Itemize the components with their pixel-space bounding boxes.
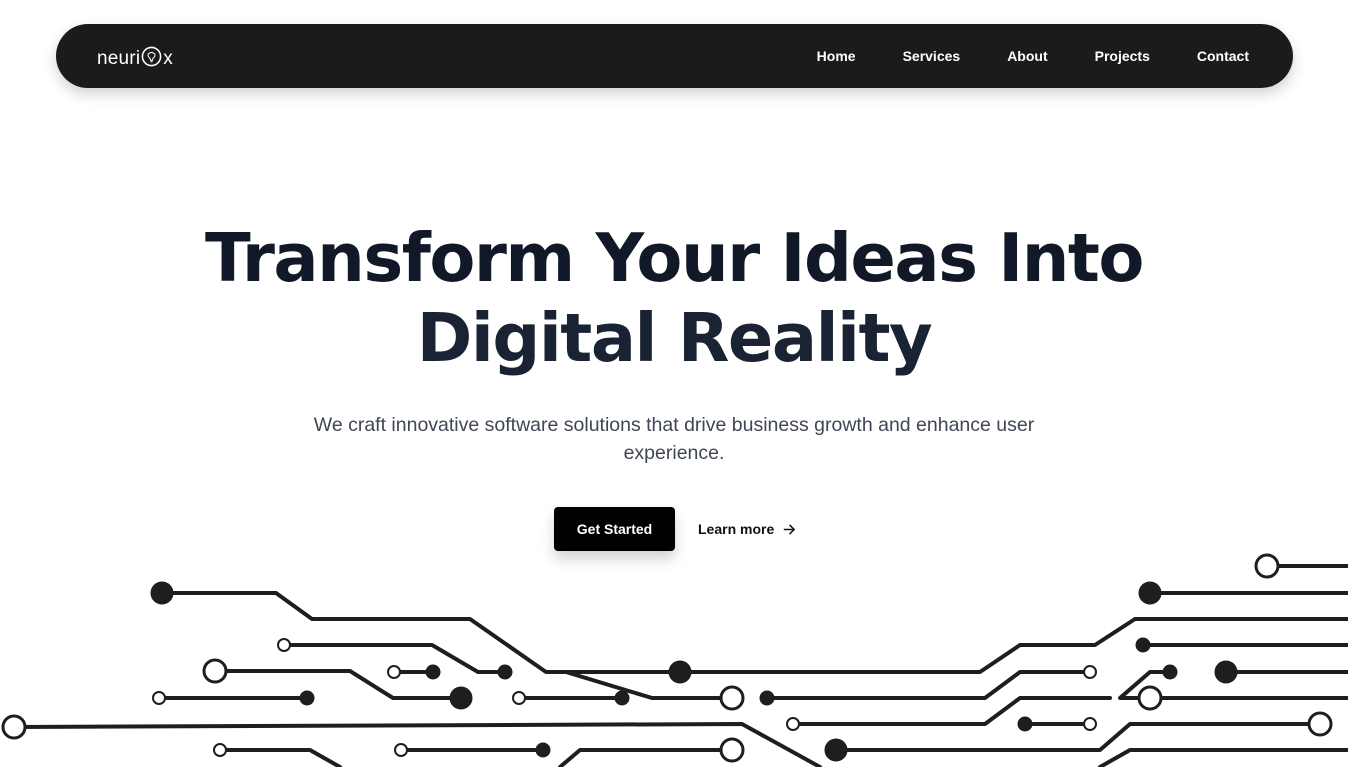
hero-title-line1: Transform Your Ideas Into	[205, 219, 1144, 297]
nav-contact[interactable]: Contact	[1197, 48, 1249, 64]
brain-bulb-icon	[141, 46, 162, 67]
top-navbar: neuri x Home Services About Projects Con…	[56, 24, 1293, 88]
brand-logo[interactable]: neuri x	[97, 46, 173, 70]
learn-more-link[interactable]: Learn more	[698, 521, 796, 537]
nav-about[interactable]: About	[1007, 48, 1047, 64]
hero-title-line2: Digital Reality	[416, 299, 933, 377]
nav-projects[interactable]: Projects	[1095, 48, 1150, 64]
logo-text-left: neuri	[97, 48, 141, 69]
learn-more-label: Learn more	[698, 521, 775, 537]
nav-links: Home Services About Projects Contact	[817, 48, 1249, 64]
arrow-right-icon	[783, 524, 796, 534]
logo-text-right: x	[163, 48, 173, 69]
hero-title: Transform Your Ideas Into Digital Realit…	[0, 218, 1348, 378]
nav-services[interactable]: Services	[903, 48, 961, 64]
landing-page: neuri x Home Services About Projects Con…	[0, 0, 1348, 767]
hero-subtitle: We craft innovative software solutions t…	[313, 414, 1035, 464]
circuit-board-illustration	[1, 553, 1348, 767]
nav-home[interactable]: Home	[817, 48, 856, 64]
